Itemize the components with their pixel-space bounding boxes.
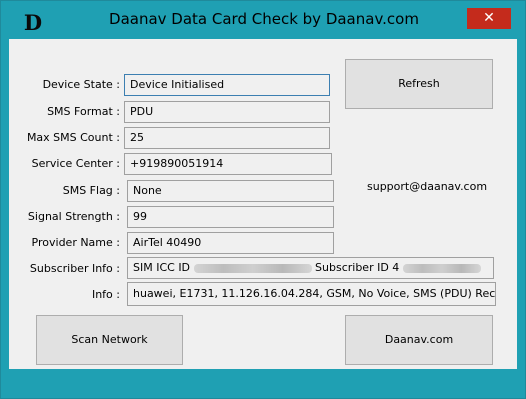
subscriber-info-field[interactable]: SIM ICC ID Subscriber ID 4 — [127, 257, 494, 279]
daanav-com-button[interactable]: Daanav.com — [345, 315, 493, 365]
provider-name-field[interactable]: AirTel 40490 — [127, 232, 334, 254]
sms-format-label: SMS Format : — [47, 105, 120, 118]
app-window: D Daanav Data Card Check by Daanav.com ✕… — [0, 0, 526, 399]
device-state-label: Device State : — [42, 78, 120, 91]
device-state-field[interactable]: Device Initialised — [124, 74, 330, 96]
title-bar[interactable]: D Daanav Data Card Check by Daanav.com ✕ — [1, 1, 525, 35]
service-center-label: Service Center : — [31, 157, 120, 170]
sms-flag-field[interactable]: None — [127, 180, 334, 202]
subscriber-id-prefix: Subscriber ID 4 — [315, 261, 400, 274]
provider-name-label: Provider Name : — [31, 236, 120, 249]
window-title: Daanav Data Card Check by Daanav.com — [109, 10, 419, 28]
redacted-subscriber-id — [402, 263, 481, 273]
signal-strength-field[interactable]: 99 — [127, 206, 334, 228]
subscriber-info-label: Subscriber Info : — [29, 262, 120, 275]
main-panel: Device State : Device Initialised SMS Fo… — [9, 39, 517, 369]
info-label: Info : — [91, 288, 120, 301]
max-sms-count-label: Max SMS Count : — [26, 131, 120, 144]
refresh-button[interactable]: Refresh — [345, 59, 493, 109]
max-sms-count-field[interactable]: 25 — [124, 127, 330, 149]
scan-network-button[interactable]: Scan Network — [36, 315, 183, 365]
sms-format-field[interactable]: PDU — [124, 101, 330, 123]
service-center-field[interactable]: +919890051914 — [124, 153, 332, 175]
sim-icc-id-prefix: SIM ICC ID — [133, 261, 191, 274]
signal-strength-label: Signal Strength : — [27, 210, 120, 223]
sms-flag-label: SMS Flag : — [62, 184, 120, 197]
info-field[interactable]: huawei, E1731, 11.126.16.04.284, GSM, No… — [127, 282, 496, 306]
app-logo-icon: D — [23, 10, 43, 35]
close-button[interactable]: ✕ — [467, 8, 511, 29]
redacted-sim-id — [193, 263, 312, 273]
support-email: support@daanav.com — [367, 180, 488, 193]
